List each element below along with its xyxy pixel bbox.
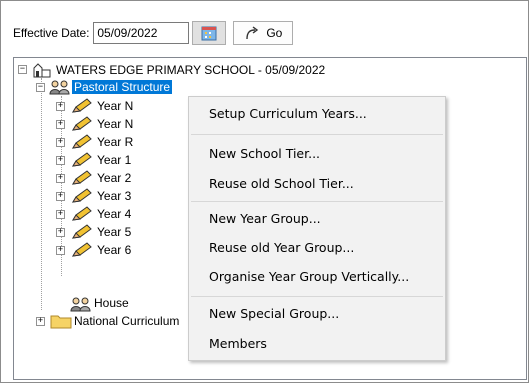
- menu-item-new-year-group[interactable]: New Year Group...: [209, 208, 321, 230]
- expand-toggle[interactable]: +: [56, 138, 65, 147]
- expand-toggle[interactable]: +: [36, 317, 45, 326]
- pencil-icon: [71, 170, 93, 189]
- menu-separator: [191, 134, 443, 135]
- pencil-icon: [71, 206, 93, 225]
- menu-item-organise-year-group-vertically[interactable]: Organise Year Group Vertically...: [209, 266, 409, 288]
- go-arrow-icon: [246, 26, 259, 40]
- year-label: Year 2: [97, 171, 132, 185]
- pencil-icon: [71, 242, 93, 261]
- effective-date-label: Effective Date:: [13, 26, 90, 40]
- folder-icon: [50, 313, 72, 332]
- menu-item-new-special-group[interactable]: New Special Group...: [209, 303, 339, 325]
- pencil-icon: [71, 224, 93, 243]
- expand-toggle[interactable]: +: [56, 210, 65, 219]
- calendar-button[interactable]: [192, 21, 227, 45]
- year-label: Year N: [97, 99, 134, 113]
- year-label: Year R: [97, 135, 134, 149]
- menu-separator: [191, 201, 443, 202]
- menu-item-reuse-old-school-tier[interactable]: Reuse old School Tier...: [209, 173, 354, 195]
- menu-item-new-school-tier[interactable]: New School Tier...: [209, 143, 320, 165]
- menu-item-reuse-old-year-group[interactable]: Reuse old Year Group...: [209, 237, 354, 259]
- national-curriculum-label: National Curriculum: [74, 314, 180, 328]
- pencil-icon: [71, 152, 93, 171]
- effective-date-input[interactable]: [93, 22, 190, 44]
- context-menu: Setup Curriculum Years... New School Tie…: [188, 96, 446, 361]
- year-label: Year 1: [97, 153, 132, 167]
- year-label: Year 4: [97, 207, 132, 221]
- expand-toggle[interactable]: +: [56, 192, 65, 201]
- year-label: Year 5: [97, 225, 132, 239]
- year-label: Year 6: [97, 243, 132, 257]
- expand-toggle[interactable]: +: [56, 156, 65, 165]
- pencil-icon: [71, 116, 93, 135]
- year-label: Year 3: [97, 189, 132, 203]
- expand-toggle[interactable]: +: [56, 120, 65, 129]
- menu-item-members[interactable]: Members: [209, 333, 267, 355]
- toolbar: Effective Date: Go: [13, 19, 294, 47]
- pastoral-structure-label: Pastoral Structure: [72, 80, 173, 94]
- go-label: Go: [266, 26, 283, 40]
- expand-toggle[interactable]: +: [56, 228, 65, 237]
- expand-toggle[interactable]: +: [56, 174, 65, 183]
- collapse-toggle[interactable]: −: [36, 83, 45, 92]
- pencil-icon: [71, 98, 93, 117]
- calendar-icon: [201, 26, 217, 41]
- go-button[interactable]: Go: [233, 21, 294, 45]
- menu-separator: [191, 296, 443, 297]
- window-frame: Effective Date: Go −: [0, 0, 529, 383]
- pencil-icon: [71, 134, 93, 153]
- collapse-toggle[interactable]: −: [18, 65, 27, 74]
- root-label: WATERS EDGE PRIMARY SCHOOL - 05/09/2022: [56, 63, 326, 77]
- pastoral-group-icon: [49, 79, 71, 99]
- year-label: Year N: [97, 117, 134, 131]
- house-label: House: [94, 296, 129, 310]
- expand-toggle[interactable]: +: [56, 246, 65, 255]
- house-group-icon: [70, 296, 92, 316]
- pencil-icon: [71, 188, 93, 207]
- tree-line: [41, 78, 42, 310]
- expand-toggle[interactable]: +: [56, 102, 65, 111]
- menu-item-setup-curriculum-years[interactable]: Setup Curriculum Years...: [209, 103, 367, 125]
